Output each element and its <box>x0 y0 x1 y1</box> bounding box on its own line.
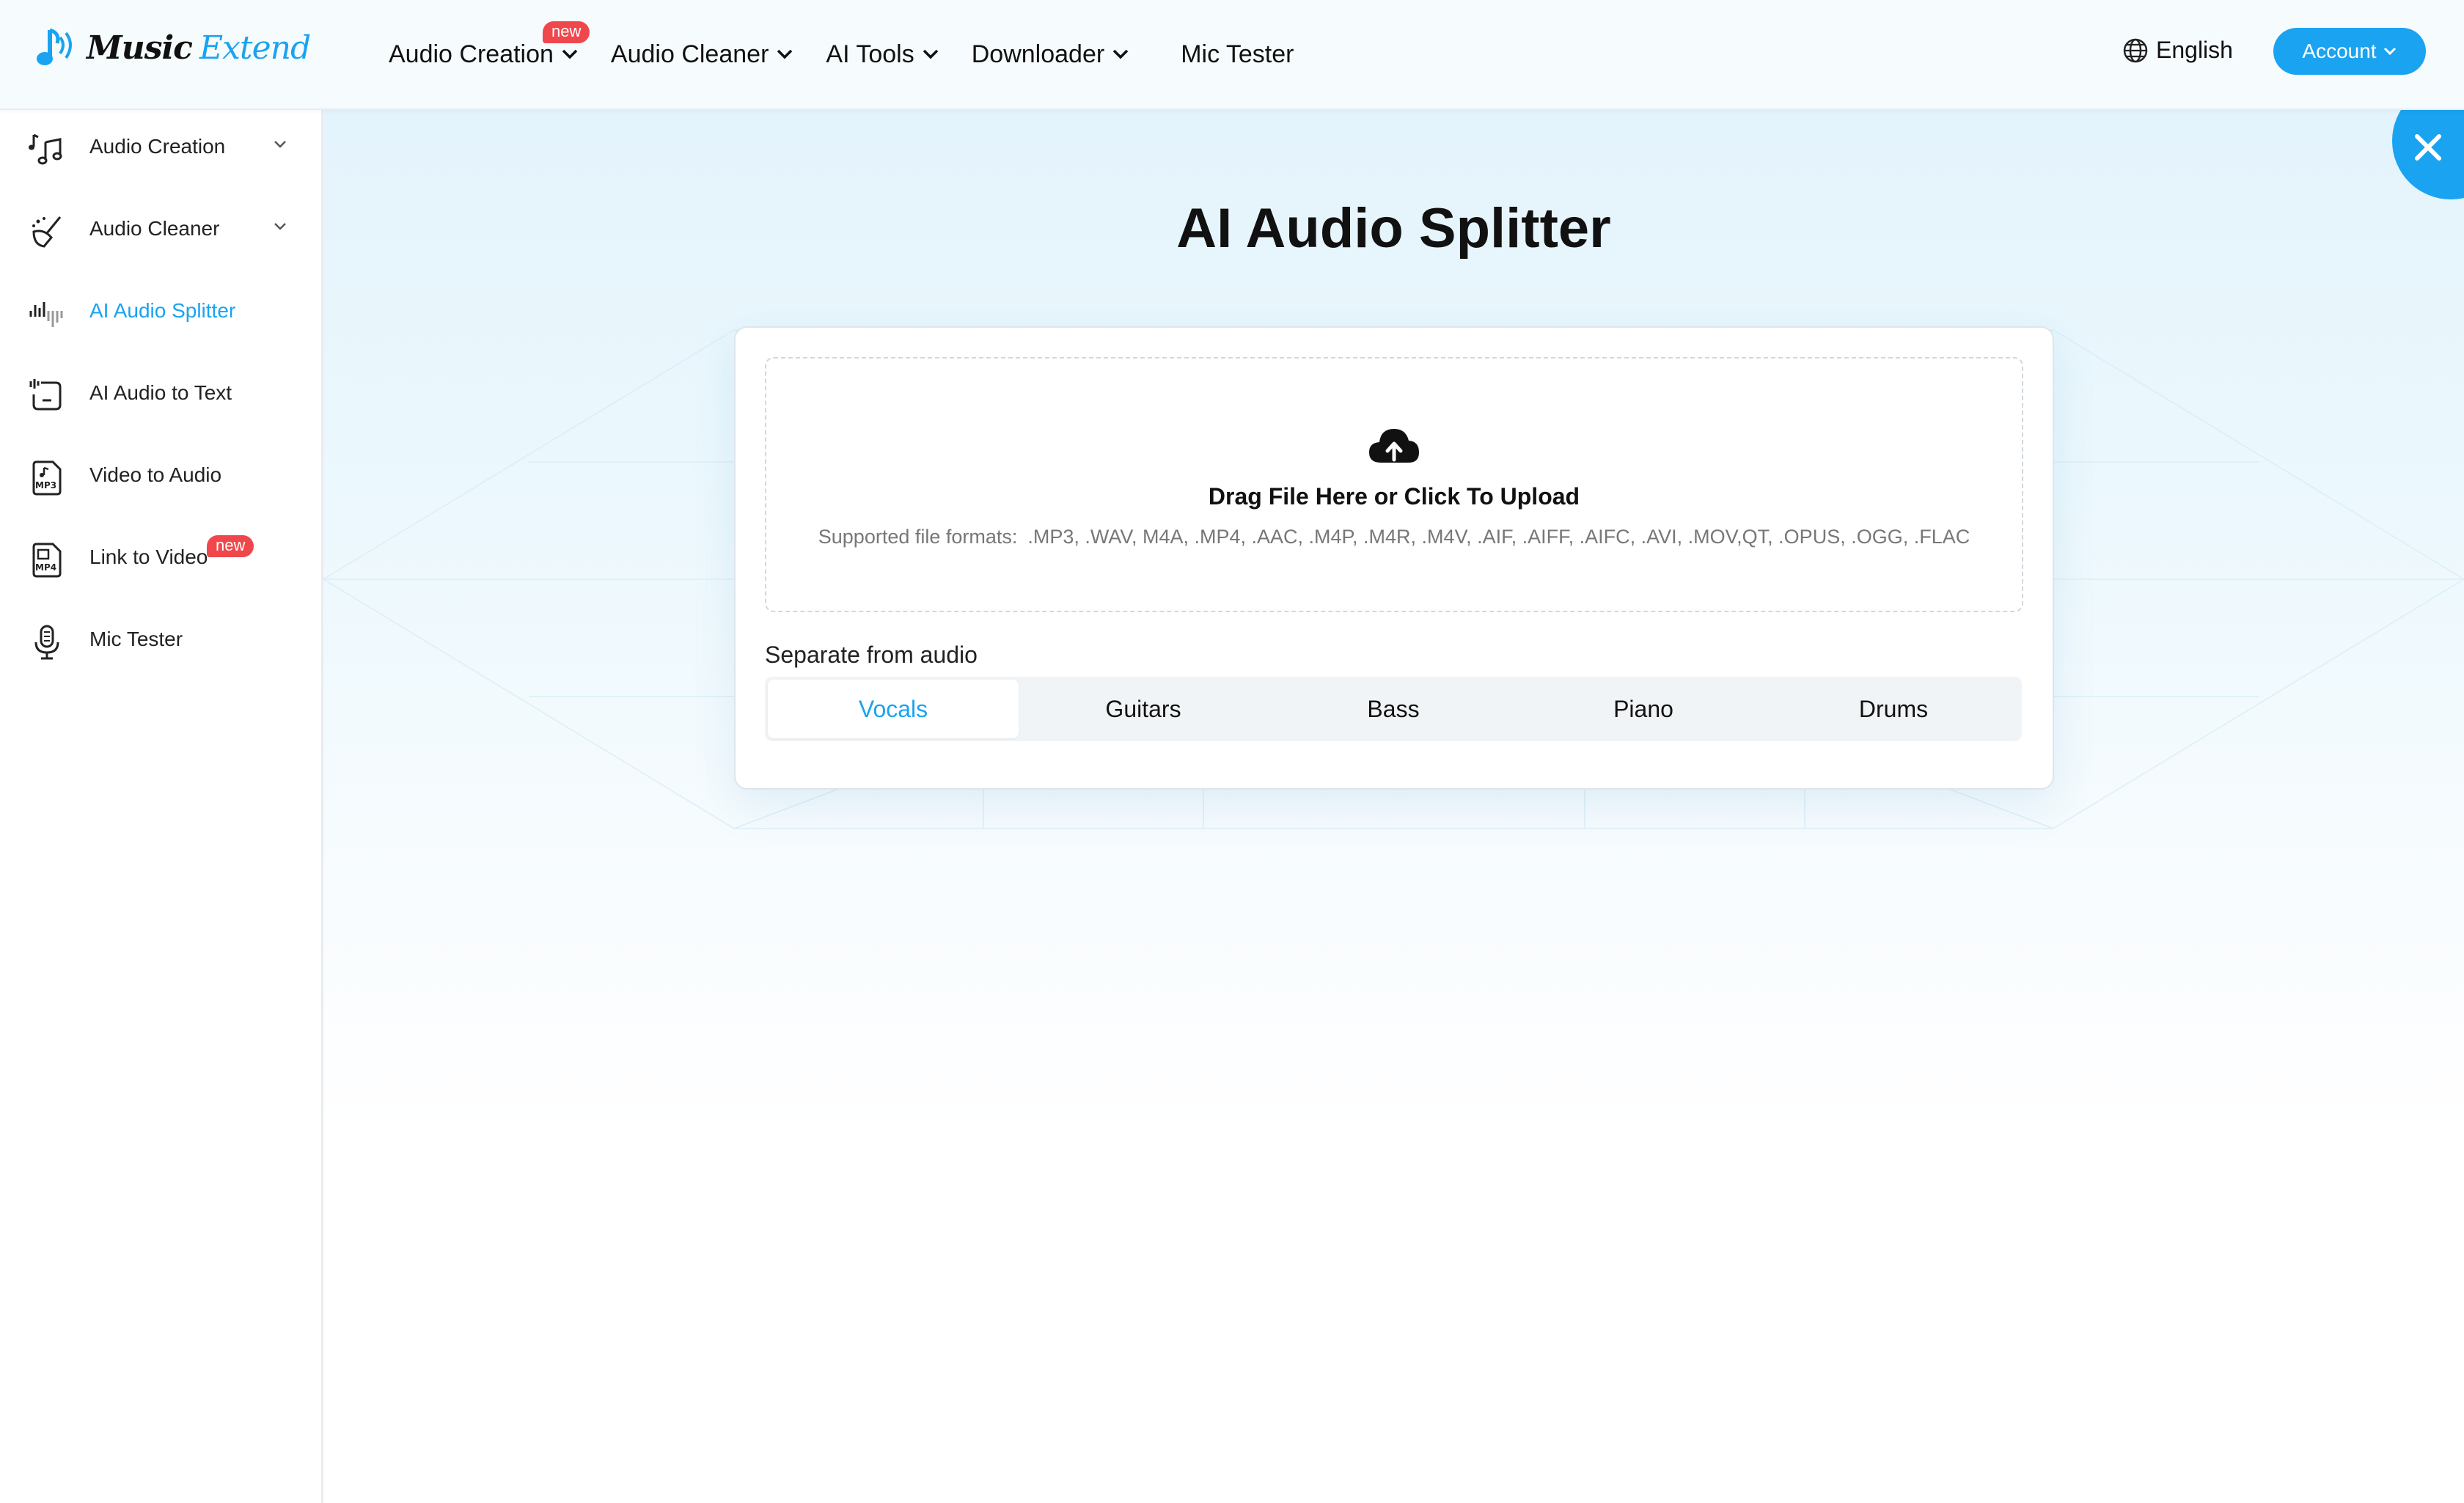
nav-downloader-label: Downloader <box>971 40 1105 68</box>
stem-tabs: Vocals Guitars Bass Piano Drums <box>765 677 2022 741</box>
music-notes-icon <box>29 133 62 165</box>
sidebar-item-label: AI Audio to Text <box>89 381 232 404</box>
mp4-file-icon: MP4 <box>32 543 62 578</box>
nav-downloader[interactable]: Downloader <box>972 40 1129 69</box>
brand-logo[interactable]: Music Extend <box>35 22 311 73</box>
audio-text-icon <box>29 379 62 411</box>
page-title: AI Audio Splitter <box>1176 197 1611 260</box>
nav-ai-tools-label: AI Tools <box>826 40 914 68</box>
mp3-file-icon: MP3 <box>32 460 62 496</box>
broom-icon <box>32 216 62 248</box>
nav-audio-cleaner-label: Audio Cleaner <box>610 40 769 68</box>
supported-formats: Supported file formats: .MP3, .WAV, M4A, … <box>766 526 2022 548</box>
sidebar-item-label: Mic Tester <box>89 628 183 650</box>
sidebar-item-audio-creation[interactable]: Audio Creation <box>0 110 321 183</box>
svg-text:MP3: MP3 <box>35 480 56 490</box>
upload-dropzone[interactable]: Drag File Here or Click To Upload Suppor… <box>765 357 2023 612</box>
language-selector[interactable]: English <box>2122 37 2233 64</box>
upload-title: Drag File Here or Click To Upload <box>1208 483 1580 510</box>
sidebar-item-label: Video to Audio <box>89 463 222 486</box>
sidebar-item-video-to-audio[interactable]: MP3 Video to Audio <box>0 438 321 512</box>
waveform-icon <box>29 302 63 327</box>
tab-bass[interactable]: Bass <box>1268 680 1519 738</box>
new-badge: new <box>207 535 254 557</box>
top-header: Music Extend Audio Creation new Audio Cle… <box>0 0 2464 110</box>
new-badge: new <box>543 21 590 43</box>
sidebar-item-ai-audio-splitter[interactable]: AI Audio Splitter <box>0 274 321 348</box>
separate-label: Separate from audio <box>765 642 978 668</box>
chevron-down-icon <box>777 49 793 59</box>
tab-guitars[interactable]: Guitars <box>1018 680 1269 738</box>
brand-wordmark: Music Extend <box>87 29 311 67</box>
chevron-down-icon <box>2383 47 2396 56</box>
nav-ai-tools[interactable]: AI Tools <box>826 40 939 69</box>
tab-drums[interactable]: Drums <box>1768 680 2019 738</box>
music-note-logo-icon <box>37 28 72 65</box>
chevron-down-icon <box>923 49 938 59</box>
sidebar-item-audio-cleaner[interactable]: Audio Cleaner <box>0 192 321 265</box>
brand-word-2: Extend <box>199 29 311 67</box>
tab-piano[interactable]: Piano <box>1518 680 1769 738</box>
nav-audio-cleaner[interactable]: Audio Cleaner <box>611 40 793 69</box>
sidebar-item-label: AI Audio Splitter <box>89 299 236 322</box>
sidebar-item-link-to-video[interactable]: MP4 Link to Video new <box>0 521 321 594</box>
main-nav: Audio Creation new Audio Cleaner AI Tool… <box>389 0 1326 109</box>
brand-word-1: Music <box>87 29 193 67</box>
formats-list: .MP3, .WAV, M4A, .MP4, .AAC, .M4P, .M4R,… <box>1027 526 1970 548</box>
tab-vocals[interactable]: Vocals <box>768 680 1019 738</box>
sidebar-item-ai-audio-to-text[interactable]: AI Audio to Text <box>0 356 321 430</box>
nav-mic-tester-label: Mic Tester <box>1181 40 1294 68</box>
sidebar-item-label: Audio Creation <box>89 135 226 158</box>
sidebar-item-label: Audio Cleaner <box>89 217 220 240</box>
language-label: English <box>2156 37 2233 63</box>
cloud-upload-icon <box>1369 429 1419 463</box>
nav-mic-tester[interactable]: Mic Tester <box>1181 40 1294 69</box>
account-label: Account <box>2302 40 2377 62</box>
nav-audio-creation[interactable]: Audio Creation new <box>389 21 590 69</box>
chevron-down-icon <box>1112 49 1129 59</box>
formats-label: Supported file formats: <box>818 526 1018 548</box>
close-icon[interactable] <box>2411 131 2445 164</box>
sidebar-item-label: Link to Video <box>89 545 208 568</box>
sidebar-item-mic-tester[interactable]: Mic Tester <box>0 603 321 676</box>
chevron-down-icon <box>274 223 286 230</box>
chevron-down-icon <box>562 49 578 59</box>
nav-audio-creation-label: Audio Creation <box>389 40 554 68</box>
svg-text:MP4: MP4 <box>35 562 56 573</box>
microphone-icon <box>34 625 59 660</box>
chevron-down-icon <box>274 141 286 148</box>
account-button[interactable]: Account <box>2273 28 2426 75</box>
globe-icon <box>2123 38 2148 62</box>
splitter-card: Drag File Here or Click To Upload Suppor… <box>734 326 2054 790</box>
sidebar: Audio Creation Audio Cleaner AI Audio Sp… <box>0 110 323 1503</box>
